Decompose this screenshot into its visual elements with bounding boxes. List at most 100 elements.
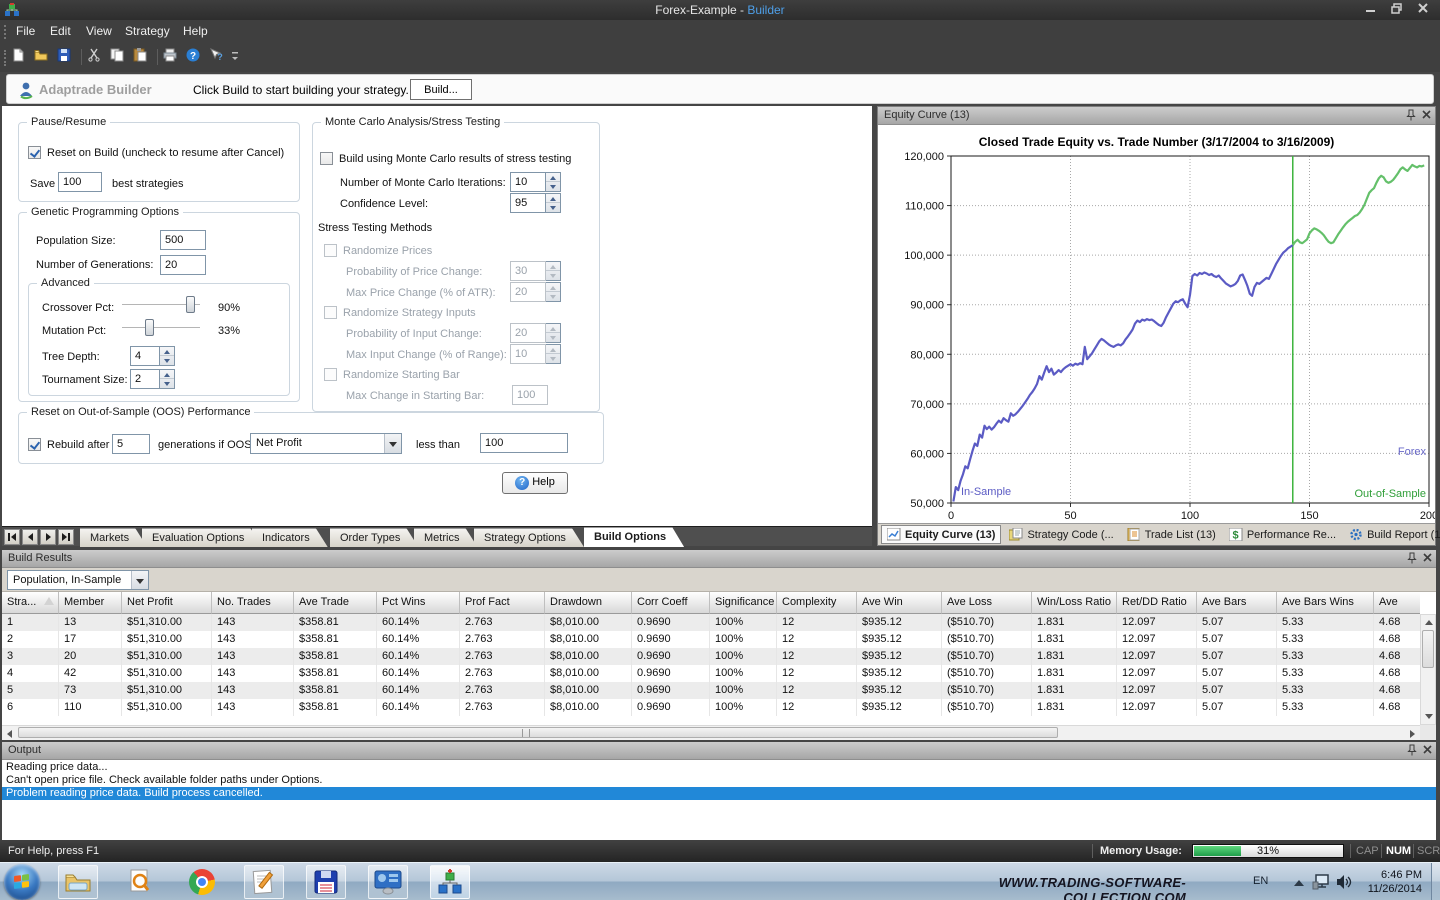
table-cell[interactable]: $8,010.00 (545, 631, 632, 648)
table-cell[interactable]: 12 (777, 665, 857, 682)
table-cell[interactable]: 0.9690 (632, 665, 710, 682)
column-header[interactable]: Significance (710, 592, 777, 614)
tree-depth-field[interactable]: 4 (130, 346, 160, 366)
confidence-stepper[interactable] (546, 193, 561, 213)
table-cell[interactable]: 2.763 (460, 682, 545, 699)
table-cell[interactable]: 5 (2, 682, 59, 699)
table-cell[interactable]: 1.831 (1032, 699, 1117, 716)
table-cell[interactable]: $358.81 (294, 682, 377, 699)
table-cell[interactable]: 12.097 (1117, 614, 1197, 631)
oos-threshold-field[interactable]: 100 (480, 433, 568, 453)
table-cell[interactable]: ($510.70) (942, 682, 1032, 699)
table-cell[interactable]: 60.14% (377, 682, 460, 699)
table-cell[interactable]: ($510.70) (942, 699, 1032, 716)
save-icon[interactable] (56, 47, 76, 67)
generations-field[interactable]: 20 (160, 255, 206, 275)
tab-build-report[interactable]: Build Report (13) (1344, 525, 1440, 544)
table-cell[interactable]: 100% (710, 699, 777, 716)
context-help-icon[interactable]: ? (208, 47, 228, 67)
table-cell[interactable]: 1.831 (1032, 614, 1117, 631)
table-cell[interactable]: 100% (710, 682, 777, 699)
mutation-slider[interactable] (122, 319, 200, 337)
menu-view[interactable]: View (86, 24, 112, 38)
tab-strategy-options[interactable]: Strategy Options (474, 528, 584, 547)
table-cell[interactable]: 73 (59, 682, 122, 699)
table-cell[interactable]: 0.9690 (632, 699, 710, 716)
table-cell[interactable]: 60.14% (377, 699, 460, 716)
column-header[interactable]: Prof Fact (460, 592, 545, 614)
crossover-slider[interactable] (122, 296, 200, 314)
taskbar-adaptrade-icon[interactable] (430, 865, 470, 899)
table-cell[interactable]: $51,310.00 (122, 665, 212, 682)
tree-depth-stepper[interactable] (160, 346, 175, 366)
table-cell[interactable]: $935.12 (857, 631, 942, 648)
table-cell[interactable]: 2.763 (460, 614, 545, 631)
chevron-down-icon[interactable] (384, 434, 401, 453)
chevron-down-icon[interactable] (131, 571, 148, 589)
table-cell[interactable]: 60.14% (377, 648, 460, 665)
table-cell[interactable]: 143 (212, 665, 294, 682)
results-vertical-scrollbar[interactable] (1420, 614, 1436, 725)
table-cell[interactable]: 5.33 (1277, 665, 1374, 682)
output-line-selected[interactable]: Problem reading price data. Build proces… (2, 787, 1436, 800)
column-header[interactable]: Ave Bars (1197, 592, 1277, 614)
column-header[interactable]: Ave Trade (294, 592, 377, 614)
cut-icon[interactable] (86, 47, 106, 67)
tab-scroll-first-button[interactable] (4, 529, 20, 545)
table-cell[interactable]: 12 (777, 614, 857, 631)
table-cell[interactable]: $51,310.00 (122, 614, 212, 631)
table-cell[interactable]: 20 (59, 648, 122, 665)
build-monte-carlo-checkbox[interactable] (320, 152, 333, 165)
table-cell[interactable]: ($510.70) (942, 614, 1032, 631)
pin-icon[interactable] (1407, 744, 1417, 762)
tournament-size-stepper[interactable] (160, 369, 175, 389)
table-cell[interactable]: 12 (777, 648, 857, 665)
taskbar-control-panel-icon[interactable] (368, 865, 408, 899)
table-cell[interactable]: 2.763 (460, 699, 545, 716)
table-cell[interactable]: 5.07 (1197, 699, 1277, 716)
table-cell[interactable]: 143 (212, 682, 294, 699)
table-cell[interactable]: 5.33 (1277, 648, 1374, 665)
table-cell[interactable]: 4 (2, 665, 59, 682)
table-cell[interactable]: 1.831 (1032, 665, 1117, 682)
table-cell[interactable]: $51,310.00 (122, 648, 212, 665)
taskbar-chrome-icon[interactable] (182, 865, 222, 899)
table-cell[interactable]: 143 (212, 699, 294, 716)
table-cell[interactable]: 5.33 (1277, 631, 1374, 648)
table-cell[interactable]: 1.831 (1032, 682, 1117, 699)
results-horizontal-scrollbar[interactable] (2, 725, 1420, 740)
table-cell[interactable]: $51,310.00 (122, 682, 212, 699)
paste-icon[interactable] (132, 47, 152, 67)
table-cell[interactable]: 5.33 (1277, 699, 1374, 716)
column-header[interactable]: Corr Coeff (632, 592, 710, 614)
tab-order-types[interactable]: Order Types (330, 528, 418, 547)
table-cell[interactable]: 1 (2, 614, 59, 631)
speaker-icon[interactable] (1336, 874, 1352, 893)
tab-evaluation-options[interactable]: Evaluation Options (142, 528, 262, 547)
table-cell[interactable]: $8,010.00 (545, 648, 632, 665)
build-button[interactable]: Build... (410, 79, 472, 100)
table-cell[interactable]: 13 (59, 614, 122, 631)
table-cell[interactable]: 2.763 (460, 665, 545, 682)
table-cell[interactable]: 100% (710, 648, 777, 665)
table-cell[interactable]: 2 (2, 631, 59, 648)
table-cell[interactable]: $935.12 (857, 665, 942, 682)
table-cell[interactable]: 12 (777, 631, 857, 648)
table-cell[interactable]: $51,310.00 (122, 699, 212, 716)
table-cell[interactable]: $358.81 (294, 665, 377, 682)
table-cell[interactable]: 4.68 (1374, 631, 1420, 648)
table-cell[interactable]: 0.9690 (632, 648, 710, 665)
menu-edit[interactable]: Edit (50, 24, 71, 38)
table-cell[interactable]: ($510.70) (942, 631, 1032, 648)
table-cell[interactable]: 5.33 (1277, 682, 1374, 699)
table-cell[interactable]: 5.07 (1197, 631, 1277, 648)
table-cell[interactable]: $8,010.00 (545, 665, 632, 682)
table-cell[interactable]: 42 (59, 665, 122, 682)
restore-button[interactable] (1384, 3, 1410, 17)
tab-equity-curve[interactable]: Equity Curve (13) (881, 525, 1001, 544)
toolbar-overflow-icon[interactable] (232, 52, 240, 67)
table-cell[interactable]: 100% (710, 665, 777, 682)
table-cell[interactable]: $935.12 (857, 699, 942, 716)
table-cell[interactable]: $8,010.00 (545, 682, 632, 699)
table-cell[interactable]: 143 (212, 631, 294, 648)
